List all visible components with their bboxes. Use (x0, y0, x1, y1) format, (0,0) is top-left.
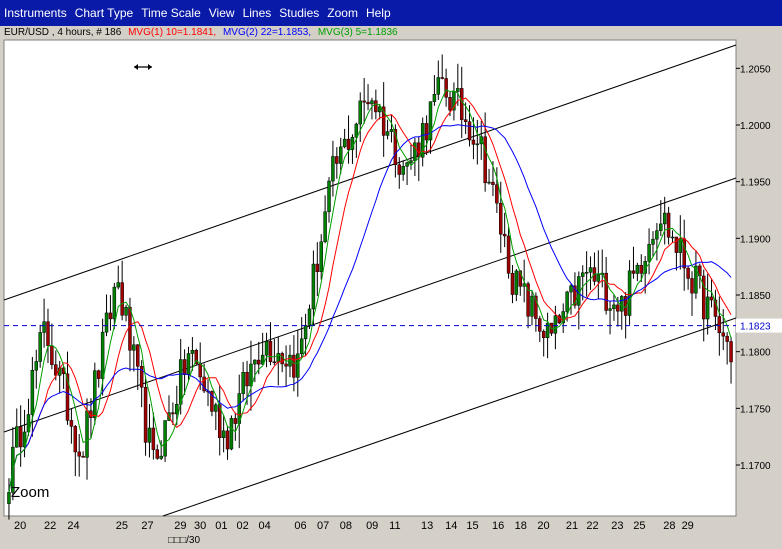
x-sub-label: □□□/30 (168, 535, 200, 546)
x-tick-label: 23 (611, 520, 623, 532)
x-tick-label: 27 (141, 520, 153, 532)
x-tick-label: 20 (537, 520, 549, 532)
x-tick-label: 06 (294, 520, 306, 532)
x-tick-label: 20 (14, 520, 26, 532)
y-tick-label: 1.1950 (740, 178, 771, 189)
x-tick-label: 16 (492, 520, 504, 532)
x-tick-label: 13 (421, 520, 433, 532)
x-tick-label: 25 (116, 520, 128, 532)
x-tick-label: 15 (466, 520, 478, 532)
x-tick-label: 08 (340, 520, 352, 532)
x-tick-label: 29 (174, 520, 186, 532)
x-tick-label: 29 (682, 520, 694, 532)
x-tick-label: 14 (445, 520, 457, 532)
x-tick-label: 07 (317, 520, 329, 532)
current-price-label: 1.1823 (740, 322, 771, 333)
x-tick-label: 28 (663, 520, 675, 532)
y-tick-label: 1.2000 (740, 121, 771, 132)
x-tick-label: 04 (258, 520, 270, 532)
x-tick-label: 02 (237, 520, 249, 532)
x-tick-label: 18 (515, 520, 527, 532)
candle (229, 415, 234, 451)
x-tick-label: 11 (389, 520, 400, 532)
chart-area[interactable]: 1.1823 1.2050 1.2000 1.1950 1.1900 1.1850 1.1… (0, 0, 782, 549)
x-tick-label: 01 (215, 520, 227, 532)
y-tick-label: 1.1750 (740, 404, 771, 415)
x-tick-label: 25 (633, 520, 645, 532)
y-tick-label: 1.1900 (740, 234, 771, 245)
x-tick-label: 21 (566, 520, 578, 532)
x-tick-label: 22 (586, 520, 598, 532)
x-tick-label: 22 (44, 520, 56, 532)
y-tick-label: 1.2050 (740, 64, 771, 75)
zoom-label: Zoom (11, 484, 49, 501)
y-tick-label: 1.1850 (740, 291, 771, 302)
x-tick-label: 09 (366, 520, 378, 532)
y-tick-label: 1.1700 (740, 461, 771, 472)
y-tick-label: 1.1800 (740, 348, 771, 359)
x-tick-label: 24 (67, 520, 79, 532)
x-tick-label: 30 (194, 520, 206, 532)
